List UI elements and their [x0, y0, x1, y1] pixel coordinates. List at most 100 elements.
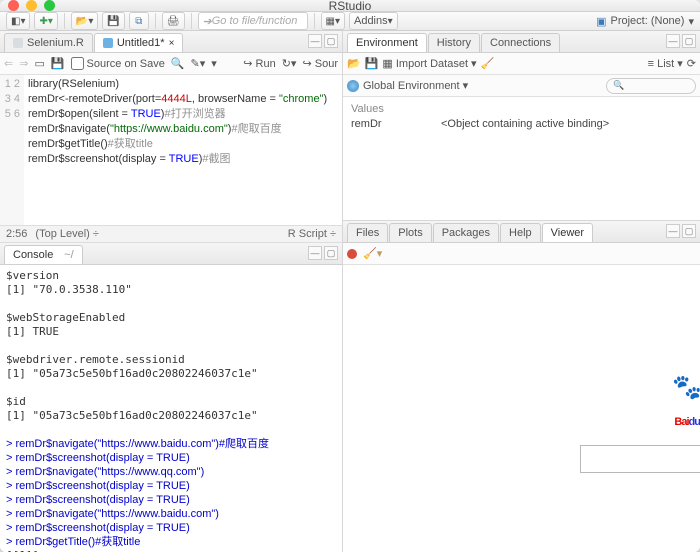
pane-window-buttons: — ▢: [308, 34, 338, 48]
zoom-icon[interactable]: [44, 0, 55, 11]
tab-label: Untitled1*: [117, 37, 165, 49]
tab-help[interactable]: Help: [500, 223, 541, 242]
viewer-toolbar: 🧹▾: [343, 243, 700, 265]
code-editor[interactable]: 1 2 3 4 5 6 library(RSelenium) remDr<-re…: [0, 75, 342, 225]
maximize-pane-icon[interactable]: ▢: [324, 34, 338, 48]
logo-part2: du: [689, 416, 700, 428]
addins-button[interactable]: Addins ▾: [349, 12, 398, 30]
viewer-pane: Files Plots Packages Help Viewer — ▢ 🧹▾ …: [343, 221, 700, 552]
r-file-icon: [13, 38, 23, 48]
project-icon: ▣: [596, 15, 606, 28]
forward-icon[interactable]: ⇒: [19, 57, 28, 70]
separator: [314, 13, 315, 29]
console-path: ~/: [64, 249, 73, 261]
save-icon[interactable]: 💾: [365, 57, 379, 70]
console-output[interactable]: $version [1] "70.0.3538.110" $webStorage…: [0, 265, 342, 552]
show-in-new-icon[interactable]: ▭: [34, 57, 44, 70]
tab-label: Plots: [398, 227, 422, 239]
close-icon[interactable]: [8, 0, 19, 11]
console-tab-label: Console: [13, 249, 53, 261]
load-icon[interactable]: 📂: [347, 57, 361, 70]
tab-connections[interactable]: Connections: [481, 33, 560, 52]
source-on-save-label: Source on Save: [87, 58, 165, 70]
env-tabbar: Environment History Connections — ▢: [343, 31, 700, 53]
tab-console[interactable]: Console ~/: [4, 245, 83, 264]
tab-label: Viewer: [551, 227, 584, 239]
maximize-pane-icon[interactable]: ▢: [682, 224, 696, 238]
broom-icon[interactable]: 🧹▾: [363, 247, 382, 260]
tab-label: Environment: [356, 37, 418, 49]
print-button[interactable]: 🖨: [162, 12, 185, 30]
scope-selector[interactable]: (Top Level) ÷: [35, 228, 99, 240]
var-name: remDr: [351, 118, 441, 130]
separator: [191, 13, 192, 29]
source-label: Sour: [315, 58, 338, 70]
new-project-button[interactable]: ✚▾: [34, 12, 57, 30]
maximize-pane-icon[interactable]: ▢: [324, 246, 338, 260]
run-label: Run: [256, 58, 276, 70]
source-button[interactable]: ↪ Sour: [302, 57, 338, 70]
find-icon[interactable]: 🔍: [171, 57, 185, 70]
file-icon: [103, 38, 113, 48]
baidu-search-input[interactable]: [580, 445, 700, 473]
left-column: Selenium.R Untitled1* × — ▢ ⇐ ⇒ ▭ 💾 Sour…: [0, 31, 343, 552]
rerun-icon[interactable]: ↻▾: [282, 57, 297, 70]
project-selector[interactable]: ▣ Project: (None) ▾: [596, 15, 694, 28]
tab-selenium-r[interactable]: Selenium.R: [4, 33, 93, 52]
minimize-icon[interactable]: [26, 0, 37, 11]
window-title: RStudio: [0, 0, 700, 13]
pane-window-buttons: — ▢: [666, 34, 696, 48]
pane-window-buttons: — ▢: [666, 224, 696, 238]
run-button[interactable]: ↪ Run: [243, 57, 275, 70]
grid-button[interactable]: ▦▾: [321, 12, 345, 30]
stop-icon[interactable]: [347, 249, 357, 259]
open-button[interactable]: 📂▾: [71, 12, 98, 30]
more-icon[interactable]: ▾: [211, 57, 217, 70]
save-button[interactable]: 💾: [102, 12, 124, 30]
list-view-button[interactable]: ≡ List ▾: [648, 57, 683, 70]
viewer-content[interactable]: 🐾 Baidu: [343, 265, 700, 552]
tab-packages[interactable]: Packages: [433, 223, 499, 242]
minimize-pane-icon[interactable]: —: [666, 34, 680, 48]
project-label: Project: (None): [610, 15, 684, 27]
tab-viewer[interactable]: Viewer: [542, 223, 593, 242]
cursor-position: 2:56: [6, 228, 27, 240]
tab-untitled1[interactable]: Untitled1* ×: [94, 33, 184, 52]
wand-icon[interactable]: ✎▾: [191, 57, 206, 70]
code-area[interactable]: library(RSelenium) remDr<-remoteDriver(p…: [24, 75, 342, 225]
source-on-save-checkbox[interactable]: Source on Save: [71, 57, 165, 70]
tab-label: Files: [356, 227, 379, 239]
back-icon[interactable]: ⇐: [4, 57, 13, 70]
import-label: Import Dataset: [396, 58, 468, 70]
env-values: Values remDr <Object containing active b…: [343, 97, 700, 220]
globe-icon: [347, 80, 359, 92]
line-gutter: 1 2 3 4 5 6: [0, 75, 24, 225]
minimize-pane-icon[interactable]: —: [308, 34, 322, 48]
env-toolbar: 📂 💾 ▦ Import Dataset ▾ 🧹 ≡ List ▾ ⟳: [343, 53, 700, 75]
file-type-label: R Script: [288, 228, 327, 240]
refresh-icon[interactable]: ⟳: [687, 57, 696, 70]
import-dataset-button[interactable]: ▦ Import Dataset ▾: [382, 57, 476, 70]
goto-file-input[interactable]: ➔ Go to file/function: [198, 12, 308, 30]
save-all-button[interactable]: ⧉: [129, 12, 149, 30]
broom-icon[interactable]: 🧹: [481, 57, 495, 70]
tab-history[interactable]: History: [428, 33, 480, 52]
save-icon[interactable]: 💾: [51, 57, 65, 70]
tab-files[interactable]: Files: [347, 223, 388, 242]
checkbox[interactable]: [71, 57, 84, 70]
arrow-right-icon: ➔: [203, 15, 212, 28]
source-statusbar: 2:56 (Top Level) ÷ R Script ÷: [0, 225, 342, 243]
env-variable-row[interactable]: remDr <Object containing active binding>: [351, 117, 692, 131]
maximize-pane-icon[interactable]: ▢: [682, 34, 696, 48]
minimize-pane-icon[interactable]: —: [308, 246, 322, 260]
file-type-selector[interactable]: R Script ÷: [288, 228, 336, 240]
baidu-logo: Baidu: [674, 395, 700, 434]
env-scope-selector[interactable]: Global Environment ▾: [363, 79, 468, 92]
new-file-button[interactable]: ◧▾: [6, 12, 30, 30]
tab-plots[interactable]: Plots: [389, 223, 431, 242]
minimize-pane-icon[interactable]: —: [666, 224, 680, 238]
panes: Selenium.R Untitled1* × — ▢ ⇐ ⇒ ▭ 💾 Sour…: [0, 31, 700, 552]
env-search-input[interactable]: 🔍: [606, 78, 696, 94]
source-tabbar: Selenium.R Untitled1* × — ▢: [0, 31, 342, 53]
tab-environment[interactable]: Environment: [347, 33, 427, 52]
